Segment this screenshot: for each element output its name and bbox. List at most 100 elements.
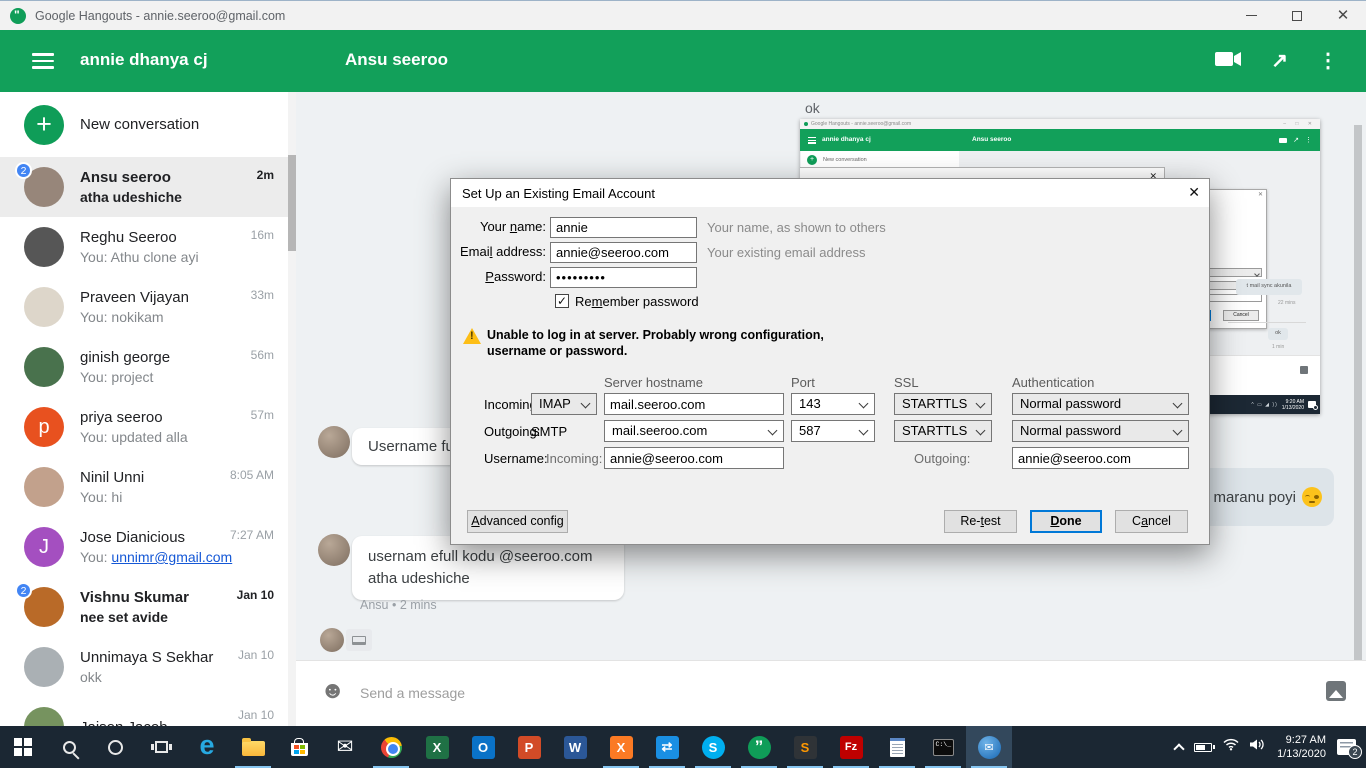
taskbar-thunderbird[interactable]: ✉ — [966, 726, 1012, 768]
taskbar-excel[interactable]: X — [414, 726, 460, 768]
username-incoming-field[interactable] — [604, 447, 784, 469]
mini-image-icon — [1300, 366, 1308, 374]
taskbar-powerpoint[interactable]: P — [506, 726, 552, 768]
chat-scrollbar-thumb[interactable] — [1354, 125, 1362, 700]
avatar: p — [24, 407, 64, 447]
taskbar-sublime[interactable]: S — [782, 726, 828, 768]
taskbar-skype[interactable]: S — [690, 726, 736, 768]
taskbar-notepad[interactable] — [874, 726, 920, 768]
mini-hangouts-header: annie dhanya cj Ansu seeroo ↗⋮ — [800, 129, 1320, 151]
taskbar-xampp[interactable]: X — [598, 726, 644, 768]
conversation-jaison-jacob[interactable]: Jaison Jacob Jan 10 — [0, 697, 288, 726]
open-in-window-icon[interactable]: ↗ — [1271, 51, 1288, 71]
avatar — [24, 467, 64, 507]
remember-password-checkbox[interactable]: ✓ — [555, 294, 569, 308]
retest-button[interactable]: Re-test — [944, 510, 1017, 533]
message-input[interactable]: Send a message — [360, 685, 465, 701]
taskbar-edge[interactable]: e — [184, 726, 230, 768]
conversation-priya-seeroo[interactable]: p priya seeroo You: updated alla 57m — [0, 397, 288, 457]
mini-window-controls: – □ ✕ — [1283, 121, 1316, 127]
taskbar-file-explorer[interactable] — [230, 726, 276, 768]
menu-icon[interactable] — [32, 53, 54, 69]
incoming-hostname-field[interactable] — [604, 393, 784, 415]
sidebar-scrollbar-thumb[interactable] — [288, 155, 296, 251]
your-name-label: Your name: — [454, 219, 546, 234]
taskbar-chrome[interactable] — [368, 726, 414, 768]
thunderbird-icon: ✉ — [978, 736, 1001, 759]
incoming-protocol-select[interactable]: IMAP — [531, 393, 597, 415]
taskbar-word[interactable]: W — [552, 726, 598, 768]
dialog-titlebar: Set Up an Existing Email Account ✕ — [451, 179, 1209, 207]
your-name-field[interactable] — [550, 217, 697, 238]
conversation-unnimaya-s-sekhar[interactable]: Unnimaya S Sekhar okk Jan 10 — [0, 637, 288, 697]
notification-center-icon[interactable]: 2 — [1337, 739, 1356, 755]
conversation-jose-dianicious[interactable]: J Jose Dianicious You: unnimr@gmail.com … — [0, 517, 288, 577]
taskbar-task-view[interactable] — [138, 726, 184, 768]
taskbar-hangouts[interactable]: ” — [736, 726, 782, 768]
tray-clock[interactable]: 9:27 AM1/13/2020 — [1277, 733, 1326, 761]
maximize-icon — [1292, 11, 1302, 21]
cancel-button[interactable]: Cancel — [1115, 510, 1188, 533]
tray-expand-icon[interactable] — [1173, 743, 1184, 754]
volume-icon[interactable] — [1250, 738, 1266, 756]
column-ssl: SSL — [894, 375, 919, 390]
maximize-button[interactable] — [1274, 1, 1320, 30]
conversation-ninil-unni[interactable]: Ninil Unni You: hi 8:05 AM — [0, 457, 288, 517]
battery-icon[interactable] — [1194, 743, 1212, 752]
video-call-icon[interactable] — [1215, 51, 1241, 72]
mini-video-icon — [1279, 138, 1287, 143]
account-name: annie dhanya cj — [80, 50, 208, 70]
conversation-reghu-seeroo[interactable]: Reghu Seeroo You: Athu clone ayi 16m — [0, 217, 288, 277]
password-field[interactable] — [550, 267, 697, 288]
advanced-config-button[interactable]: Advanced config — [467, 510, 568, 533]
conversation-vishnu-skumar[interactable]: 2 Vishnu Skumar nee set avide Jan 10 — [0, 577, 288, 637]
taskbar-cmd[interactable]: C:\_ — [920, 726, 966, 768]
taskbar-filezilla[interactable]: Fz — [828, 726, 874, 768]
taskbar-outlook[interactable]: O — [460, 726, 506, 768]
timestamp: 8:05 AM — [230, 468, 274, 482]
taskbar-store[interactable] — [276, 726, 322, 768]
minimize-button[interactable] — [1228, 1, 1274, 30]
email-label: Email address: — [454, 244, 546, 259]
unread-badge: 2 — [15, 162, 32, 179]
email-setup-dialog: Set Up an Existing Email Account ✕ Your … — [450, 178, 1210, 545]
incoming-auth-select[interactable]: Normal password — [1012, 393, 1189, 415]
username-outgoing-field[interactable] — [1012, 447, 1189, 469]
outgoing-ssl-select[interactable]: STARTTLS — [894, 420, 992, 442]
conversation-praveen-vijayan[interactable]: Praveen Vijayan You: nokikam 33m — [0, 277, 288, 337]
conversation-ginish-george[interactable]: ginish george You: project 56m — [0, 337, 288, 397]
attach-image-icon[interactable] — [1326, 681, 1346, 701]
timestamp: 57m — [251, 408, 274, 422]
taskbar-teamviewer[interactable]: ⇄ — [644, 726, 690, 768]
taskbar-search[interactable] — [46, 726, 92, 768]
your-name-hint: Your name, as shown to others — [707, 220, 886, 235]
taskbar-cortana[interactable] — [92, 726, 138, 768]
chevron-down-icon — [976, 399, 986, 409]
email-link[interactable]: unnimr@gmail.com — [111, 549, 232, 565]
close-button[interactable]: ✕ — [1320, 1, 1366, 30]
sidebar-scrollbar[interactable] — [288, 92, 296, 726]
outgoing-hostname-select[interactable]: mail.seeroo.com — [604, 420, 784, 442]
outgoing-port-select[interactable]: 587 — [791, 420, 875, 442]
start-button[interactable] — [0, 726, 46, 768]
timestamp: Jan 10 — [237, 588, 274, 602]
username-incoming-label: Incoming: — [546, 451, 602, 466]
new-conversation-button[interactable]: + New conversation — [0, 92, 288, 157]
more-options-icon[interactable]: ⋮ — [1318, 51, 1338, 71]
done-button[interactable]: Done — [1030, 510, 1102, 533]
emoji-icon[interactable]: ☻ — [320, 679, 345, 703]
notepad-icon — [890, 738, 905, 757]
hangouts-app-icon — [10, 8, 26, 24]
dialog-close-icon[interactable]: ✕ — [1188, 184, 1200, 201]
wifi-icon[interactable] — [1223, 738, 1239, 756]
outgoing-auth-select[interactable]: Normal password — [1012, 420, 1189, 442]
incoming-ssl-select[interactable]: STARTTLS — [894, 393, 992, 415]
email-field[interactable] — [550, 242, 697, 263]
incoming-port-select[interactable]: 143 — [791, 393, 875, 415]
word-icon: W — [564, 736, 587, 759]
peer-avatar — [318, 426, 350, 458]
command-prompt-icon: C:\_ — [933, 739, 954, 756]
avatar — [24, 707, 64, 726]
conversation-ansu-seeroo[interactable]: 2 Ansu seeroo atha udeshiche 2m — [0, 157, 288, 217]
taskbar-mail[interactable]: ✉ — [322, 726, 368, 768]
